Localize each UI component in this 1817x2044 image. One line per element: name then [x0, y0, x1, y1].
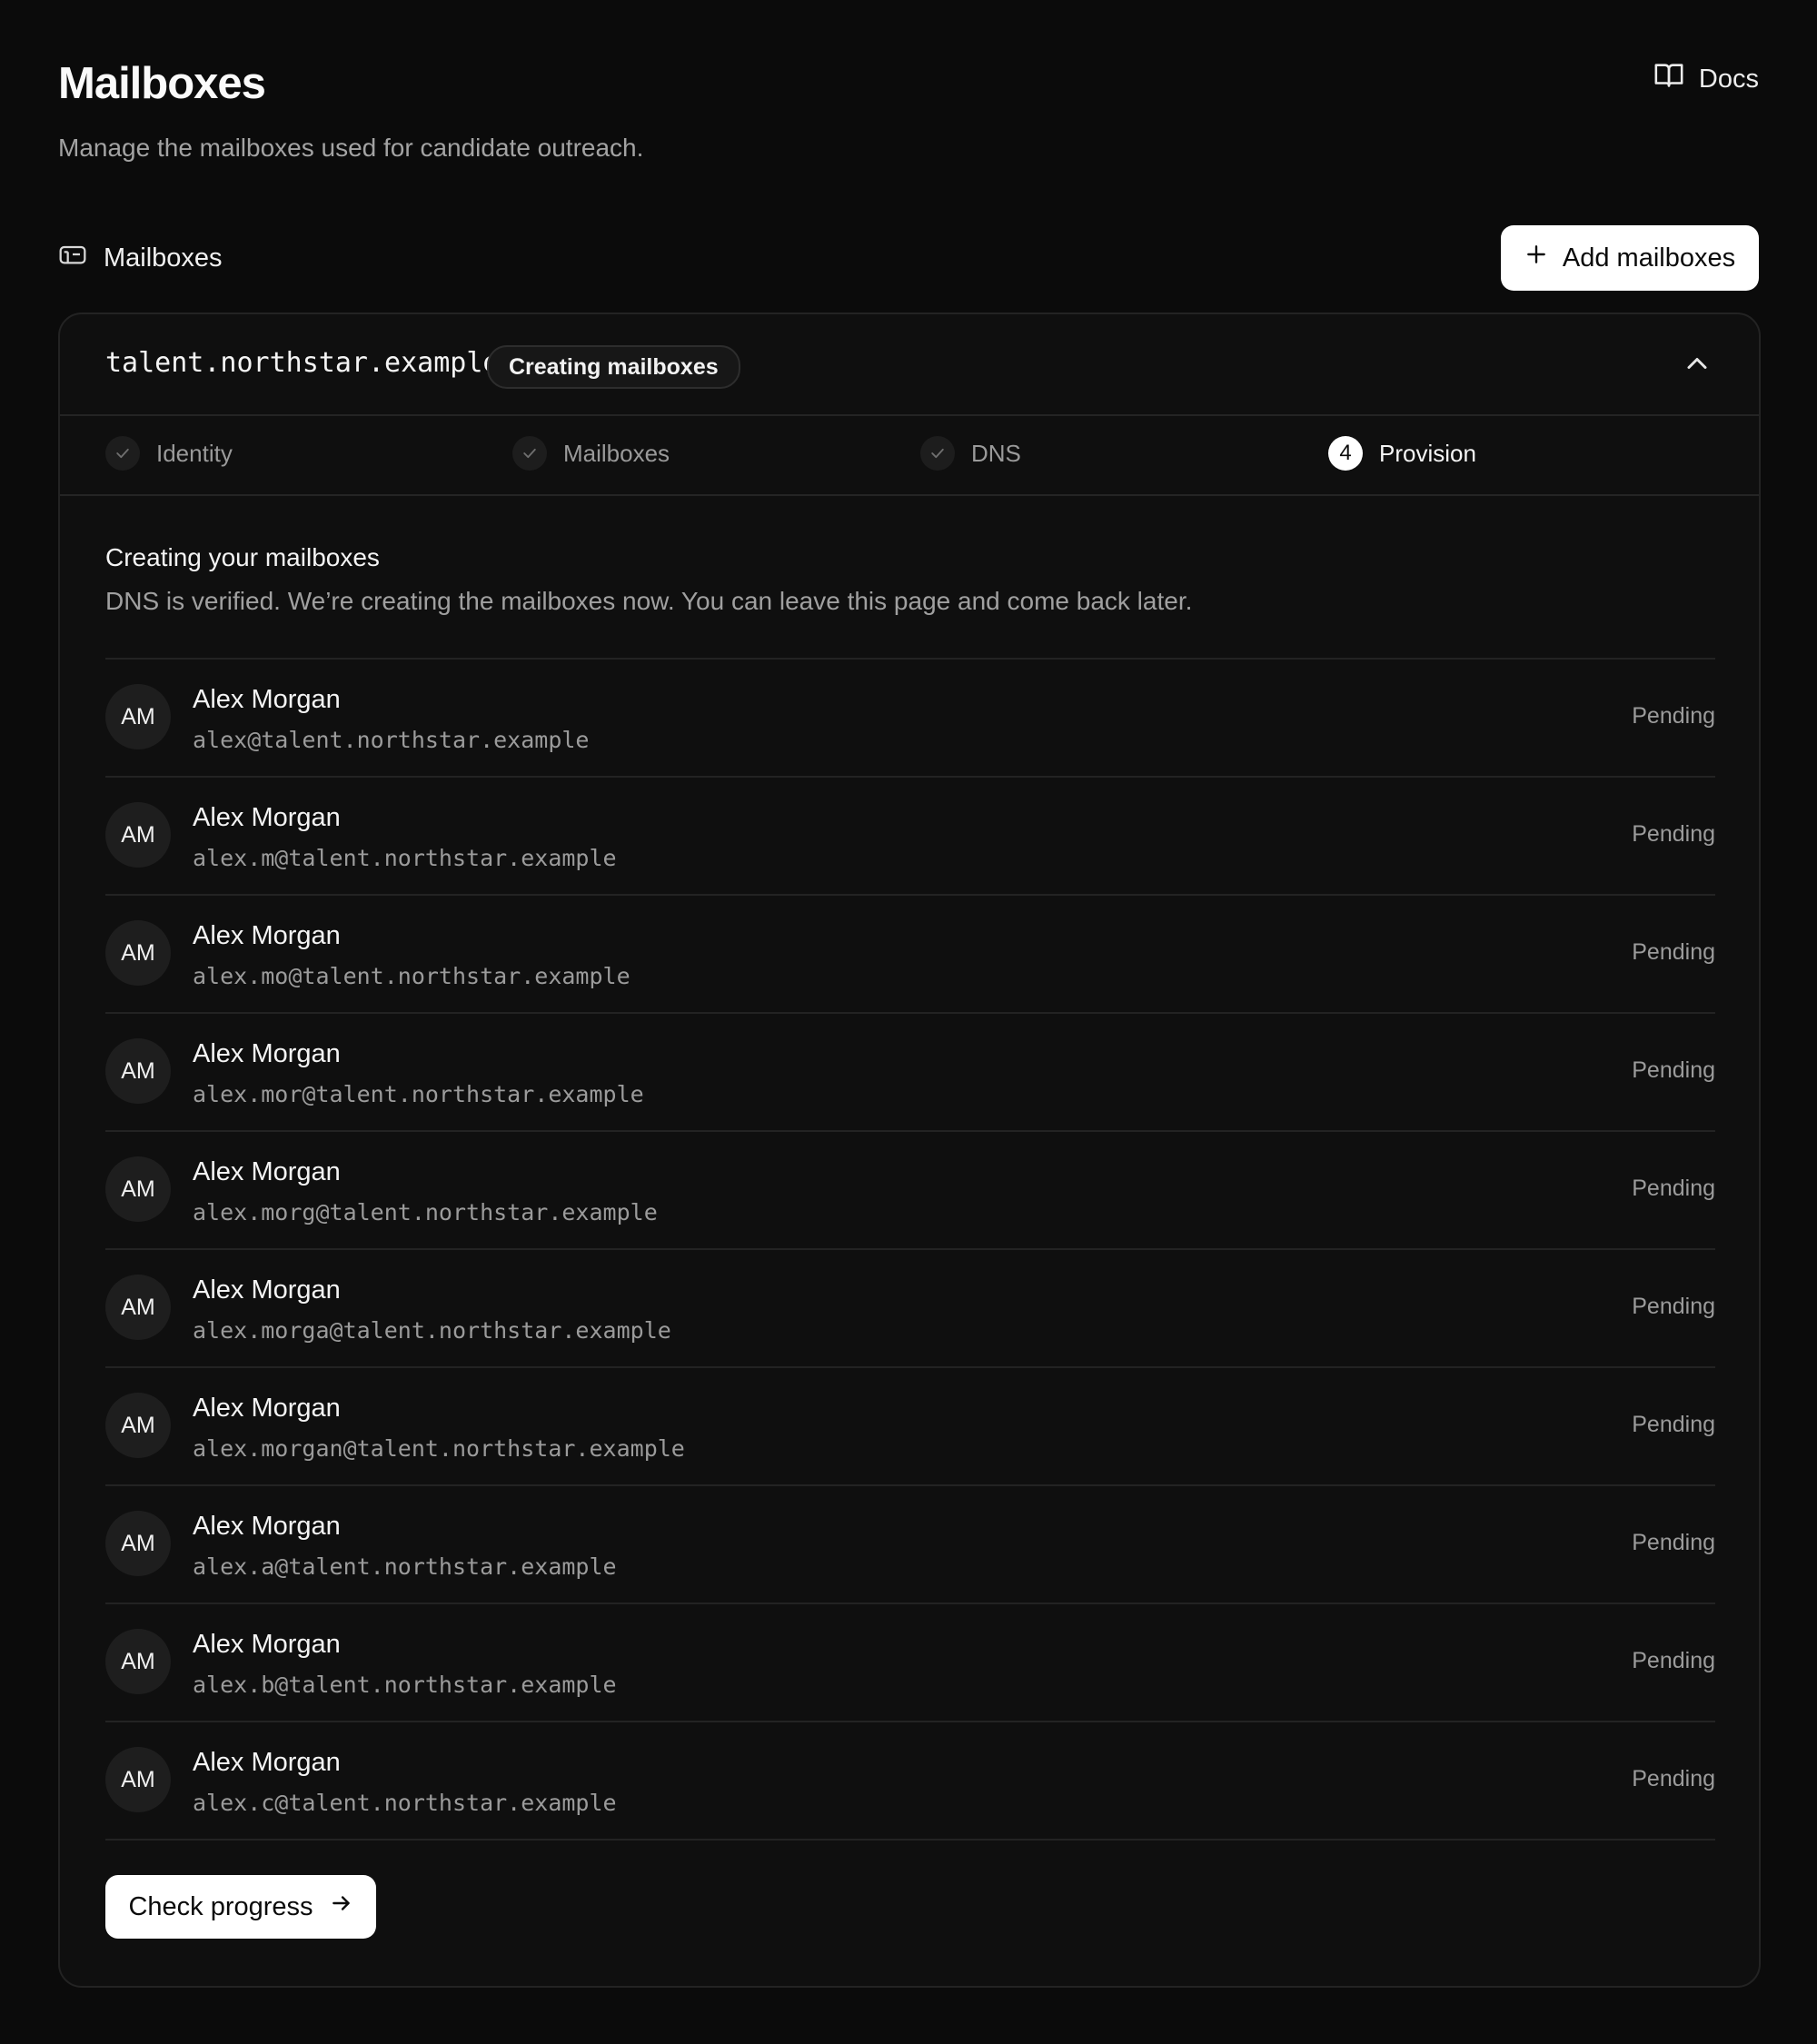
avatar: AM — [105, 684, 171, 749]
mailbox-name: Alex Morgan — [193, 1630, 341, 1659]
mailbox-status: Pending — [1632, 703, 1715, 729]
add-mailboxes-label: Add mailboxes — [1562, 243, 1736, 273]
plus-icon — [1524, 243, 1548, 273]
step-provision: 4 Provision — [1328, 436, 1476, 471]
mailbox-name: Alex Morgan — [193, 921, 341, 950]
mailbox-email: alex@talent.northstar.example — [193, 727, 590, 753]
mailbox-email: alex.a@talent.northstar.example — [193, 1553, 617, 1580]
docs-link[interactable]: Docs — [1653, 60, 1759, 98]
avatar: AM — [105, 1393, 171, 1458]
mailbox-name: Alex Morgan — [193, 803, 341, 832]
mailbox-name: Alex Morgan — [193, 1748, 341, 1777]
avatar: AM — [105, 1275, 171, 1340]
mailbox-email: alex.morgan@talent.northstar.example — [193, 1435, 685, 1462]
step-mailboxes: Mailboxes — [512, 436, 670, 471]
mailbox-name: Alex Morgan — [193, 685, 341, 714]
mailbox-email: alex.morg@talent.northstar.example — [193, 1199, 658, 1225]
list-item: AM Alex Morgan alex.a@talent.northstar.e… — [105, 1486, 1715, 1604]
mailbox-status: Pending — [1632, 1412, 1715, 1437]
mailbox-status: Pending — [1632, 939, 1715, 965]
check-progress-label: Check progress — [128, 1891, 313, 1921]
section-label: Mailboxes — [104, 243, 223, 273]
body-title: Creating your mailboxes — [105, 543, 380, 571]
mailbox-email: alex.morga@talent.northstar.example — [193, 1317, 671, 1344]
mailbox-status: Pending — [1632, 821, 1715, 847]
list-item: AM Alex Morgan alex.morgan@talent.norths… — [105, 1368, 1715, 1486]
chevron-up-icon[interactable] — [1681, 347, 1713, 380]
list-item: AM Alex Morgan alex.mo@talent.northstar.… — [105, 896, 1715, 1014]
arrow-right-icon — [330, 1891, 353, 1922]
page-title: Mailboxes — [58, 59, 266, 108]
check-progress-button[interactable]: Check progress — [105, 1875, 376, 1939]
step-identity: Identity — [105, 436, 233, 471]
page-subtitle: Manage the mailboxes used for candidate … — [58, 134, 644, 162]
mailbox-email: alex.m@talent.northstar.example — [193, 845, 617, 871]
list-item: AM Alex Morgan alex.c@talent.northstar.e… — [105, 1722, 1715, 1841]
check-icon — [105, 436, 140, 471]
mailbox-icon — [58, 240, 87, 276]
mailbox-status: Pending — [1632, 1530, 1715, 1555]
avatar: AM — [105, 1156, 171, 1222]
book-open-icon — [1653, 60, 1684, 98]
mailbox-name: Alex Morgan — [193, 1157, 341, 1186]
add-mailboxes-button[interactable]: Add mailboxes — [1501, 225, 1759, 291]
list-item: AM Alex Morgan alex.b@talent.northstar.e… — [105, 1604, 1715, 1722]
list-item: AM Alex Morgan alex.morg@talent.northsta… — [105, 1132, 1715, 1250]
mailbox-name: Alex Morgan — [193, 1394, 341, 1423]
step-label: Identity — [156, 439, 233, 467]
mailbox-email: alex.mo@talent.northstar.example — [193, 963, 630, 989]
mailbox-list: AM Alex Morgan alex@talent.northstar.exa… — [105, 658, 1715, 1841]
mailbox-email: alex.b@talent.northstar.example — [193, 1672, 617, 1698]
section-header: Mailboxes — [58, 240, 223, 276]
mailbox-status: Pending — [1632, 1176, 1715, 1201]
check-icon — [512, 436, 547, 471]
check-icon — [920, 436, 955, 471]
list-item: AM Alex Morgan alex.morga@talent.northst… — [105, 1250, 1715, 1368]
list-item: AM Alex Morgan alex.mor@talent.northstar… — [105, 1014, 1715, 1132]
avatar: AM — [105, 1511, 171, 1576]
list-item: AM Alex Morgan alex@talent.northstar.exa… — [105, 660, 1715, 778]
domain-name: talent.northstar.example — [105, 347, 500, 379]
avatar: AM — [105, 1629, 171, 1694]
step-label: DNS — [971, 439, 1021, 467]
docs-label: Docs — [1698, 64, 1759, 94]
step-label: Provision — [1379, 439, 1476, 467]
mailbox-status: Pending — [1632, 1648, 1715, 1673]
mailbox-status: Pending — [1632, 1057, 1715, 1083]
status-badge: Creating mailboxes — [487, 345, 740, 389]
domain-card: talent.northstar.example Creating mailbo… — [58, 313, 1761, 1988]
step-label: Mailboxes — [563, 439, 670, 467]
step-number: 4 — [1328, 436, 1363, 471]
mailbox-name: Alex Morgan — [193, 1512, 341, 1541]
avatar: AM — [105, 920, 171, 986]
body-description: DNS is verified. We’re creating the mail… — [105, 587, 1193, 615]
stepper: Identity Mailboxes DNS 4 Provision — [60, 416, 1759, 496]
card-header[interactable]: talent.northstar.example Creating mailbo… — [60, 314, 1759, 416]
list-item: AM Alex Morgan alex.m@talent.northstar.e… — [105, 778, 1715, 896]
mailbox-name: Alex Morgan — [193, 1275, 341, 1305]
step-dns: DNS — [920, 436, 1021, 471]
mailbox-status: Pending — [1632, 1294, 1715, 1319]
mailbox-status: Pending — [1632, 1766, 1715, 1791]
avatar: AM — [105, 1747, 171, 1812]
mailbox-name: Alex Morgan — [193, 1039, 341, 1068]
avatar: AM — [105, 802, 171, 868]
avatar: AM — [105, 1038, 171, 1104]
mailbox-email: alex.mor@talent.northstar.example — [193, 1081, 644, 1107]
mailbox-email: alex.c@talent.northstar.example — [193, 1790, 617, 1816]
mailboxes-page: Mailboxes Manage the mailboxes used for … — [0, 0, 1817, 2044]
